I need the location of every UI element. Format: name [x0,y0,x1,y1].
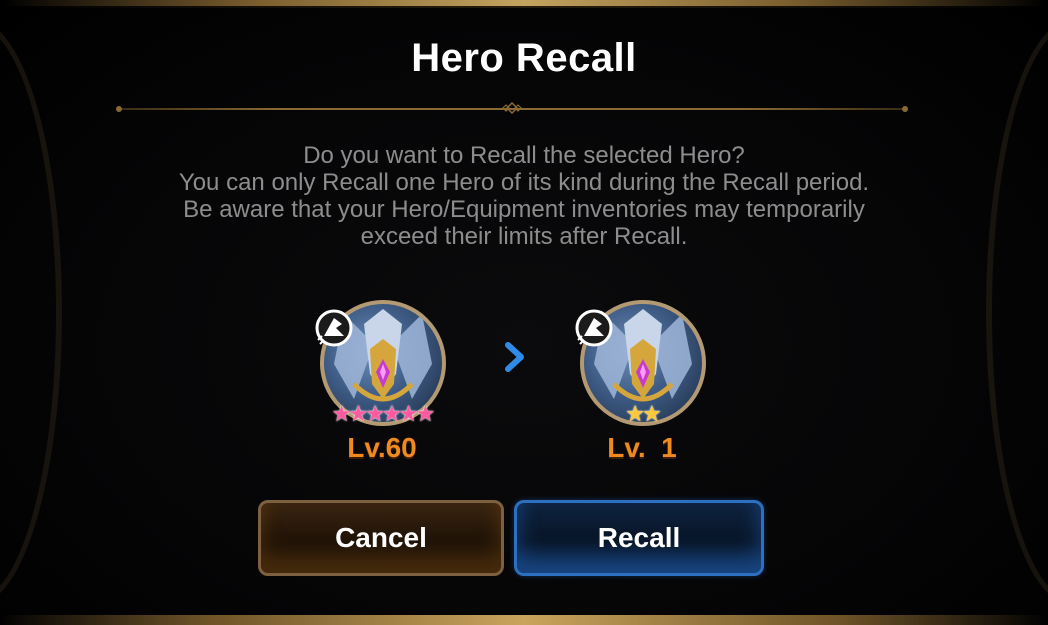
message-line: Do you want to Recall the selected Hero? [303,142,745,169]
star-rating: ★★★★★★ [312,401,452,427]
star-icon: ★ [348,401,369,426]
left-ornament [0,20,62,605]
hero-before-card: ★★★★★★ Lv.60 [312,298,452,468]
chevron-right-icon [505,342,524,372]
star-icon: ★ [382,401,402,426]
knight-class-icon [315,309,353,347]
star-icon: ★ [415,401,435,426]
right-ornament [986,20,1048,605]
top-frame-border [0,0,1048,8]
star-icon: ★ [365,401,385,426]
hero-after-card: ★★ Lv. 1 [572,298,712,468]
star-icon: ★ [625,401,645,426]
title-divider [116,102,908,114]
star-rating: ★★ [572,401,712,427]
dialog-title: Hero Recall [411,36,637,80]
confirmation-message: Do you want to Recall the selected Hero?… [100,142,948,250]
hero-level-label: Lv. 1 [607,432,677,463]
star-icon: ★ [398,401,419,426]
star-icon: ★ [331,401,352,426]
message-line: exceed their limits after Recall. [360,223,688,250]
bottom-frame-border [0,615,1048,625]
recall-button[interactable]: Recall [514,500,764,576]
message-line: You can only Recall one Hero of its kind… [178,169,870,196]
star-icon: ★ [642,401,662,426]
message-line: Be aware that your Hero/Equipment invent… [183,196,865,223]
knight-class-icon [575,309,613,347]
hero-level-label: Lv.60 [347,432,417,463]
divider-ornament-icon [502,102,522,114]
cancel-button[interactable]: Cancel [258,500,504,576]
hero-recall-dialog: Hero Recall Do you want to Recall the se… [0,0,1048,625]
